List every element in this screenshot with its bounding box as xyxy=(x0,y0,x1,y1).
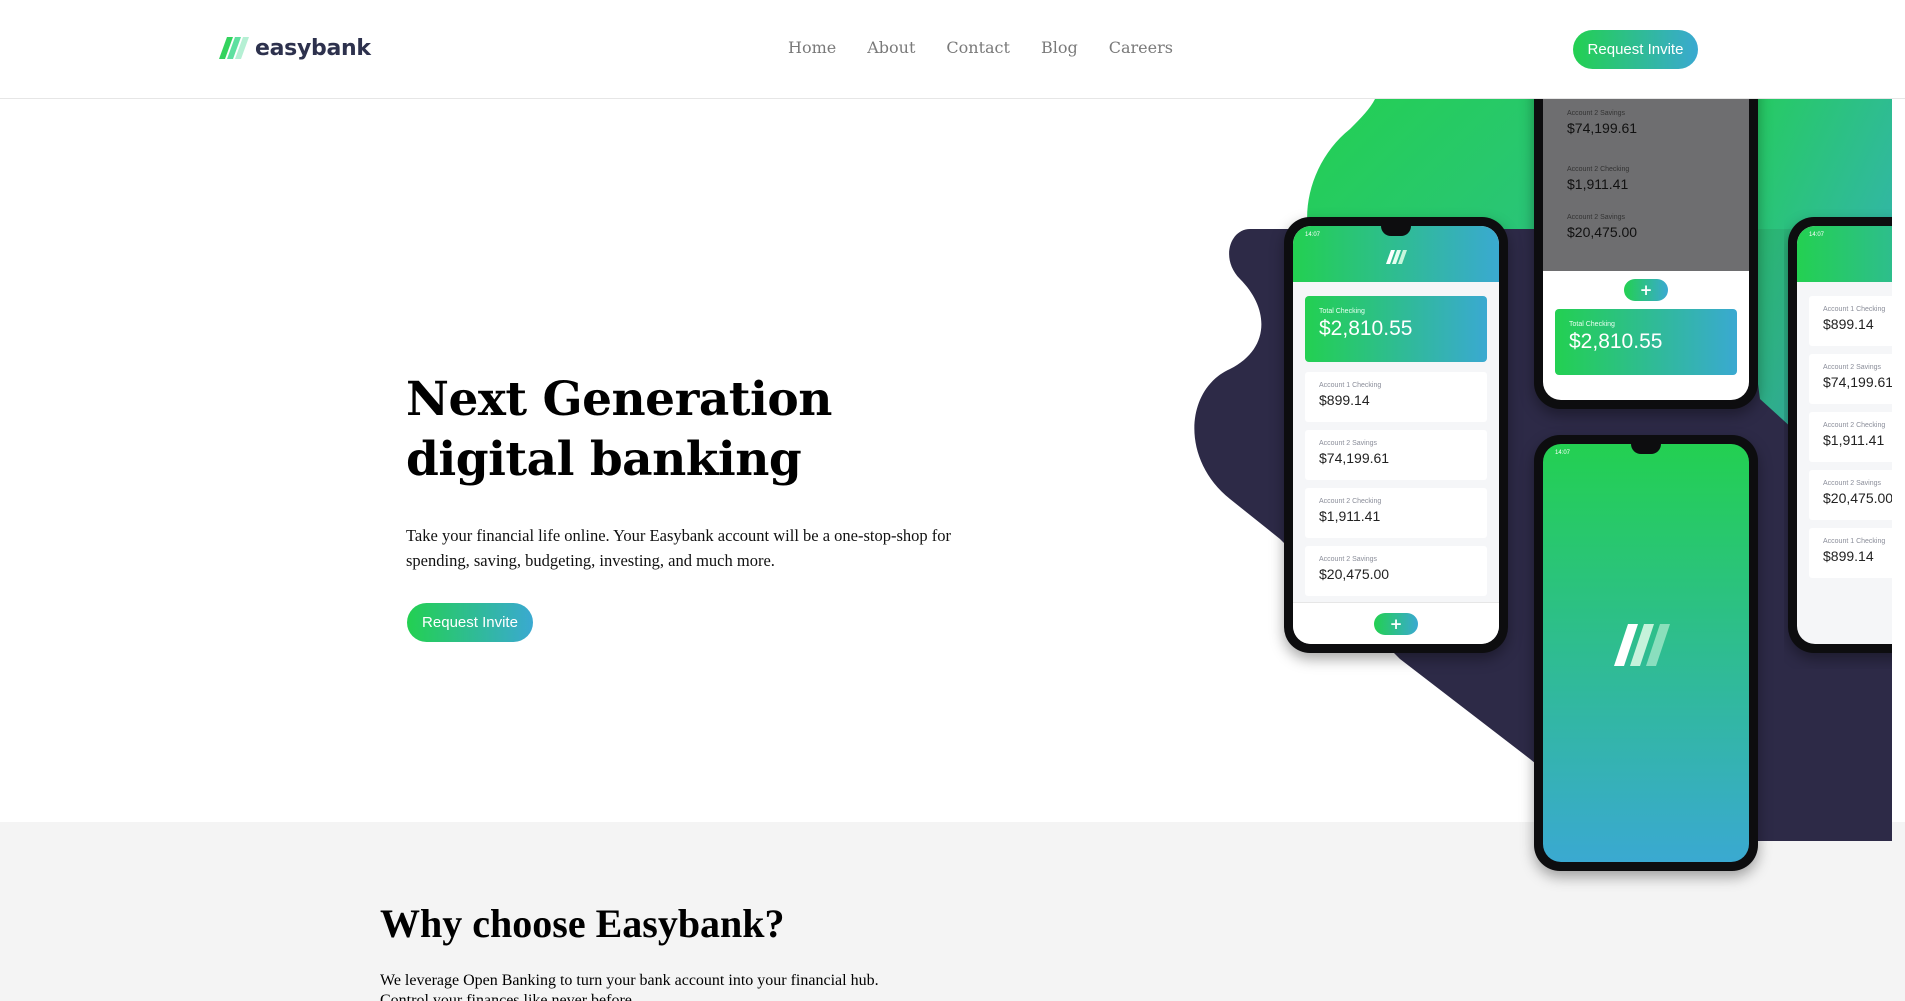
account-label: Account 2 Savings xyxy=(1567,214,1625,221)
nav-blog[interactable]: Blog xyxy=(1041,38,1078,57)
total-checking-card: Total Checking $2,810.55 xyxy=(1555,309,1737,375)
phone-left-header: 14:07 xyxy=(1293,226,1499,282)
account-amount: $1,911.41 xyxy=(1319,508,1381,524)
account-row: Account 2 Savings $74,199.61 xyxy=(1305,430,1487,480)
hero-title-line2: digital banking xyxy=(406,432,802,487)
why-title: Why choose Easybank? xyxy=(380,901,785,946)
account-label: Account 2 Savings xyxy=(1319,440,1377,447)
account-row: Account 1 Checking $899.14 xyxy=(1809,296,1892,346)
plus-icon: + xyxy=(1374,613,1418,635)
account-row: Account 1 Checking $899.14 xyxy=(1809,528,1892,578)
account-row: Account 2 Checking $1,911.41 xyxy=(1809,412,1892,462)
account-amount: $20,475.00 xyxy=(1319,566,1390,582)
account-row: Account 2 Savings $74,199.61 xyxy=(1553,100,1739,148)
header-request-invite-button[interactable]: Request Invite xyxy=(1573,30,1698,69)
account-label: Account 2 Savings xyxy=(1823,364,1881,371)
phone-right-header: 14:07 xyxy=(1797,226,1892,282)
why-description: We leverage Open Banking to turn your ba… xyxy=(380,971,1080,1001)
account-label: Account 1 Checking xyxy=(1823,306,1886,313)
hero-request-invite-button[interactable]: Request Invite xyxy=(407,603,533,642)
phone-splash-screen: 14:07 xyxy=(1543,444,1749,862)
account-amount: $1,911.41 xyxy=(1823,432,1885,448)
logo-text: easybank xyxy=(255,35,371,61)
splash-logo-icon xyxy=(1614,624,1670,666)
nav-careers[interactable]: Careers xyxy=(1109,38,1173,57)
account-amount: $20,475.00 xyxy=(1823,490,1892,506)
account-row: Account 2 Savings $20,475.00 xyxy=(1553,204,1739,252)
account-row: Account 2 Checking $1,911.41 xyxy=(1305,488,1487,538)
phone-left: 14:07 Total Checking $2,810.55 Account 1… xyxy=(1284,217,1508,653)
phone-left-screen: 14:07 Total Checking $2,810.55 Account 1… xyxy=(1293,226,1499,644)
main-nav: Home About Contact Blog Careers xyxy=(788,38,1204,57)
account-amount: $20,475.00 xyxy=(1567,224,1638,240)
account-row: Account 2 Savings $20,475.00 xyxy=(1809,470,1892,520)
account-row: Account 1 Checking $899.14 xyxy=(1305,372,1487,422)
phone-top: Account 2 Savings $74,199.61 Account 2 C… xyxy=(1534,59,1758,409)
account-amount: $74,199.61 xyxy=(1823,374,1892,390)
account-row: Account 2 Checking $1,911.41 xyxy=(1553,156,1739,204)
total-label: Total Checking xyxy=(1319,308,1365,315)
logo-stripes-icon xyxy=(1386,250,1407,264)
account-label: Account 1 Checking xyxy=(1319,382,1382,389)
total-amount: $2,810.55 xyxy=(1319,317,1413,340)
status-time: 14:07 xyxy=(1555,450,1571,456)
account-label: Account 2 Checking xyxy=(1823,422,1886,429)
account-label: Account 2 Savings xyxy=(1823,480,1881,487)
plus-icon: + xyxy=(1624,279,1668,301)
nav-home[interactable]: Home xyxy=(788,38,836,57)
hero-illustration: 14:07 Total Checking $2,810.55 Account 1… xyxy=(1160,59,1892,879)
phone-notch xyxy=(1381,226,1411,236)
hero-title-line1: Next Generation xyxy=(406,372,832,427)
hero-title: Next Generation digital banking xyxy=(406,370,966,490)
account-amount: $899.14 xyxy=(1823,316,1874,332)
account-label: Account 2 Savings xyxy=(1319,556,1377,563)
account-amount: $74,199.61 xyxy=(1319,450,1390,466)
account-label: Account 2 Checking xyxy=(1319,498,1382,505)
phone-left-footer: + xyxy=(1293,602,1499,644)
status-time: 14:07 xyxy=(1809,232,1825,238)
nav-contact[interactable]: Contact xyxy=(946,38,1010,57)
why-line1: We leverage Open Banking to turn your ba… xyxy=(380,972,879,989)
phone-notch xyxy=(1631,444,1661,454)
why-line2: Control your finances like never before. xyxy=(380,992,636,1001)
account-amount: $899.14 xyxy=(1319,392,1370,408)
account-label: Account 1 Checking xyxy=(1823,538,1886,545)
phone-right: 14:07 Account 1 Checking $899.14 Account… xyxy=(1788,217,1892,653)
site-header: easybank Home About Contact Blog Careers… xyxy=(0,0,1905,99)
account-label: Account 2 Checking xyxy=(1567,166,1630,173)
background-blobs xyxy=(1194,99,1892,841)
total-checking-card: Total Checking $2,810.55 xyxy=(1305,296,1487,362)
total-amount: $2,810.55 xyxy=(1569,330,1663,353)
account-amount: $899.14 xyxy=(1823,548,1874,564)
total-label: Total Checking xyxy=(1569,321,1615,328)
logo-stripes-icon xyxy=(219,37,249,59)
phone-right-clip: 14:07 Account 1 Checking $899.14 Account… xyxy=(1784,209,1892,669)
easybank-logo[interactable]: easybank xyxy=(219,33,371,63)
account-label: Account 2 Savings xyxy=(1567,110,1625,117)
phone-splash: 14:07 xyxy=(1534,435,1758,871)
phone-top-screen: Account 2 Savings $74,199.61 Account 2 C… xyxy=(1543,68,1749,400)
hero-description: Take your financial life online. Your Ea… xyxy=(406,526,952,570)
nav-about[interactable]: About xyxy=(867,38,915,57)
account-amount: $1,911.41 xyxy=(1567,176,1629,192)
status-time: 14:07 xyxy=(1305,232,1321,238)
account-amount: $74,199.61 xyxy=(1567,120,1638,136)
account-row: Account 2 Savings $20,475.00 xyxy=(1305,546,1487,596)
account-row: Account 2 Savings $74,199.61 xyxy=(1809,354,1892,404)
phone-right-screen: 14:07 Account 1 Checking $899.14 Account… xyxy=(1797,226,1892,644)
